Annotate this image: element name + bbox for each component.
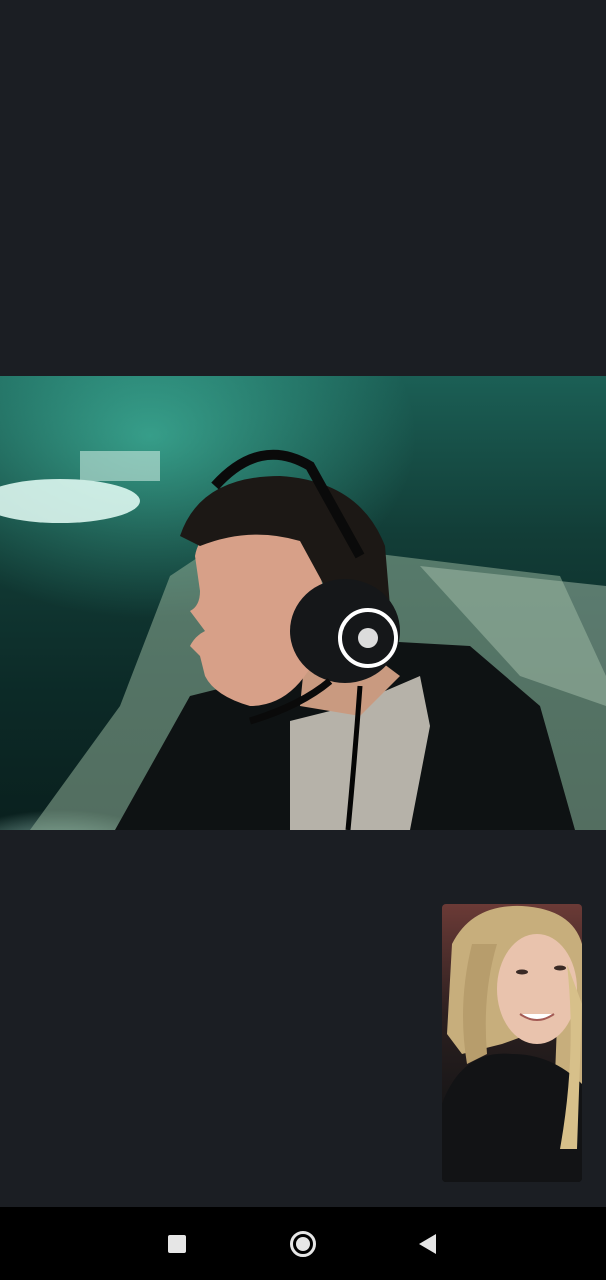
remote-participant-video[interactable] [0, 376, 606, 830]
recents-button[interactable] [160, 1227, 194, 1261]
self-view-frame [442, 905, 582, 1182]
circle-icon [290, 1231, 316, 1257]
system-navigation-bar [0, 1207, 606, 1280]
back-button[interactable] [410, 1227, 444, 1261]
remote-video-frame [0, 449, 606, 830]
square-icon [168, 1235, 186, 1253]
triangle-back-icon [418, 1234, 436, 1254]
home-button[interactable] [286, 1227, 320, 1261]
video-call-screen [0, 0, 606, 1280]
circle-inner-dot [296, 1237, 310, 1251]
self-camera-preview[interactable] [442, 904, 582, 1182]
